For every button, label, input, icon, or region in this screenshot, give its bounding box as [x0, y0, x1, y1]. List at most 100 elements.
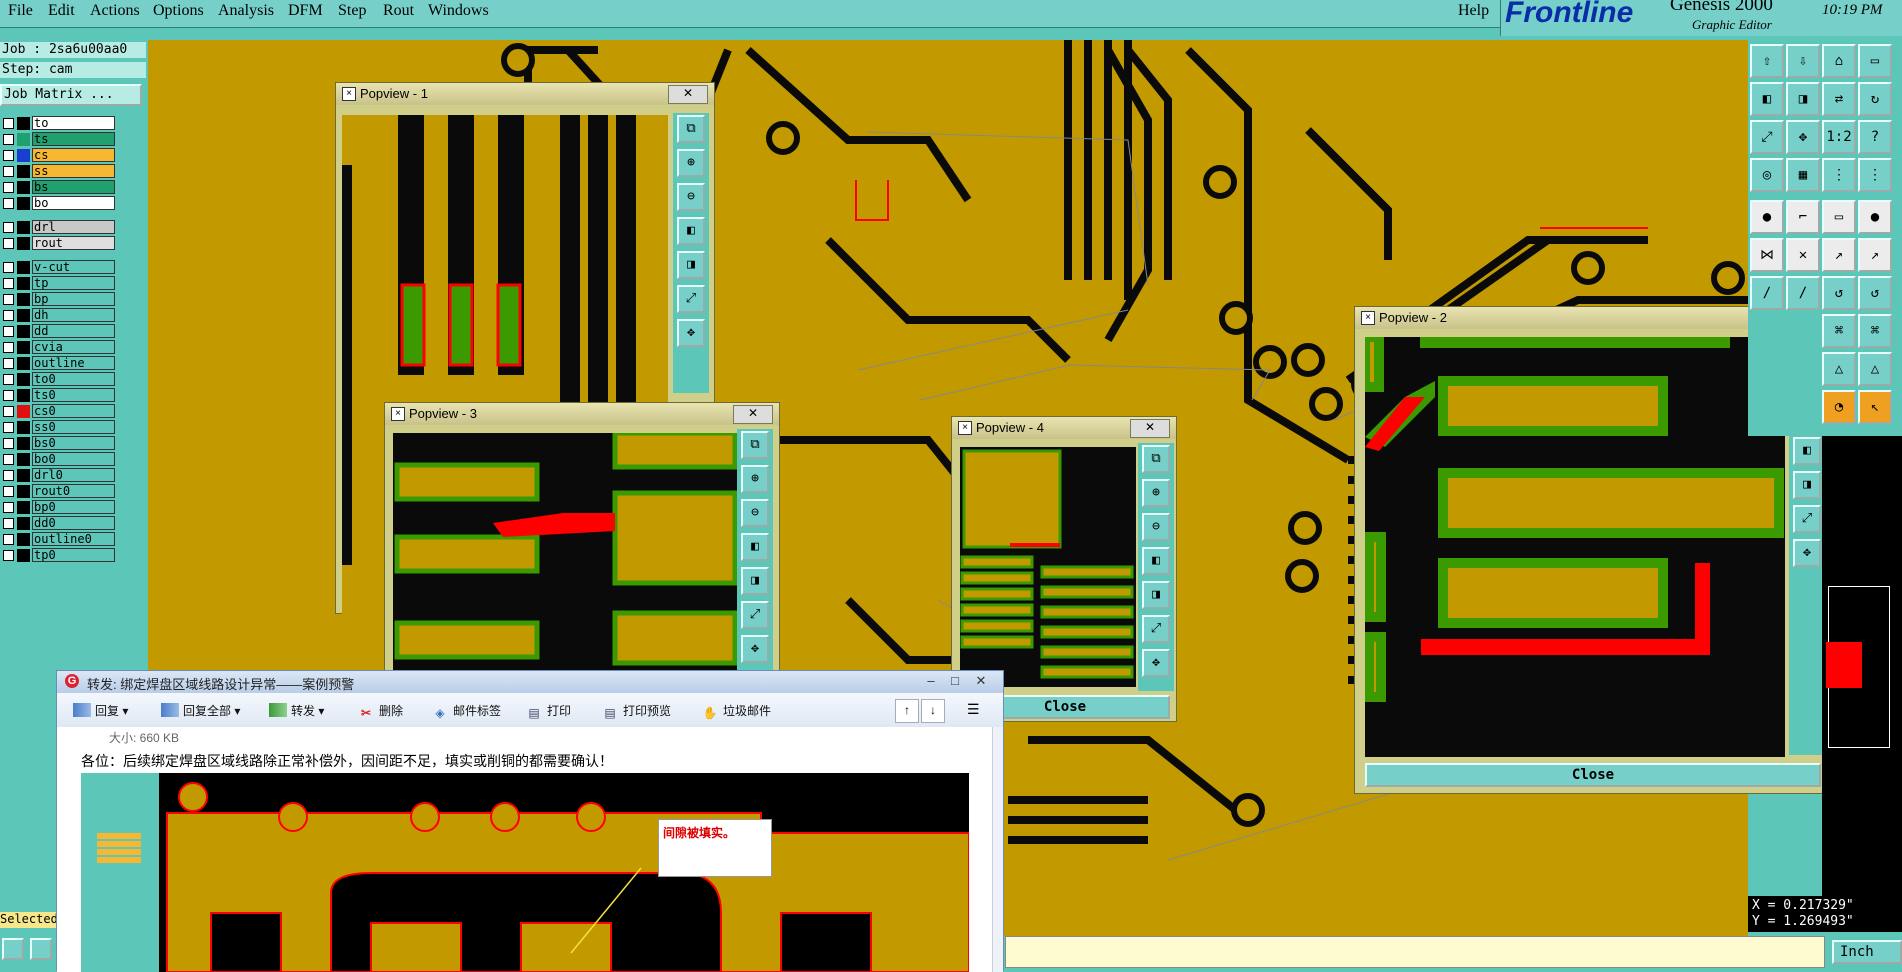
fit-screen-icon[interactable]: ⤢ — [677, 285, 705, 313]
zoom-home-icon[interactable]: ✥ — [1786, 120, 1820, 154]
layer-row-bp0[interactable]: bp0 — [0, 500, 118, 515]
layer-name[interactable]: outline — [32, 356, 115, 370]
layer-color-swatch[interactable] — [17, 117, 30, 130]
grid-icon[interactable]: ▦ — [1786, 158, 1820, 192]
layer-color-swatch[interactable] — [17, 149, 30, 162]
layer-checkbox[interactable] — [3, 278, 14, 289]
layer-checkbox[interactable] — [3, 358, 14, 369]
query-icon[interactable]: ? — [1858, 120, 1892, 154]
layer-name[interactable]: to0 — [32, 372, 115, 386]
layer-checkbox[interactable] — [3, 262, 14, 273]
layer-color-swatch[interactable] — [17, 469, 30, 482]
layer-name[interactable]: drl0 — [32, 468, 115, 482]
pan-right-icon[interactable]: ◨ — [1142, 581, 1170, 609]
job-matrix-button[interactable]: Job Matrix ... — [0, 84, 142, 106]
layer-checkbox[interactable] — [3, 294, 14, 305]
step-left-icon[interactable]: ◧ — [1750, 82, 1784, 116]
select-tool-icon[interactable] — [2, 938, 24, 960]
arc-icon[interactable]: ↺ — [1822, 276, 1856, 310]
center-icon[interactable]: ✥ — [677, 319, 705, 347]
layer-checkbox[interactable] — [3, 502, 14, 513]
scale-icon[interactable]: 1:2 — [1822, 120, 1856, 154]
layer-name[interactable]: ts — [32, 132, 115, 146]
popview-2-close-button[interactable]: Close — [1365, 763, 1821, 787]
layer-color-swatch[interactable] — [17, 373, 30, 386]
layer-color-swatch[interactable] — [17, 533, 30, 546]
layer-color-swatch[interactable] — [17, 357, 30, 370]
layer-color-swatch[interactable] — [17, 517, 30, 530]
layer-checkbox[interactable] — [3, 406, 14, 417]
menu-windows[interactable]: Windows — [428, 2, 489, 20]
ruler-icon[interactable]: ▭ — [1822, 200, 1856, 234]
layer-row-tp[interactable]: tp — [0, 276, 118, 291]
line-draw-alt-icon[interactable]: ↗ — [1858, 238, 1892, 272]
units-selector[interactable]: Inch — [1832, 940, 1902, 964]
menu-step[interactable]: Step — [338, 2, 366, 20]
layer-row-rout[interactable]: rout — [0, 236, 118, 251]
delete-button[interactable]: ✂ 删除 — [357, 702, 403, 720]
layer-name[interactable]: tp0 — [32, 548, 115, 562]
email-screenshot-image[interactable] — [81, 773, 969, 972]
layer-row-dd0[interactable]: dd0 — [0, 516, 118, 531]
measure-tool-icon[interactable] — [30, 938, 52, 960]
cross-icon[interactable]: ✕ — [1786, 238, 1820, 272]
window-icon[interactable]: ▭ — [1858, 44, 1892, 78]
fit-screen-icon[interactable]: ⤢ — [1793, 505, 1821, 533]
layer-checkbox[interactable] — [3, 310, 14, 321]
email-titlebar[interactable]: G 转发: 绑定焊盘区域线路设计异常——案例预警 – □ ✕ — [57, 671, 1003, 693]
pan-left-icon[interactable]: ◧ — [1142, 547, 1170, 575]
reply-all-button[interactable]: 回复全部 ▾ — [161, 702, 240, 720]
minimize-icon[interactable]: – — [921, 673, 941, 689]
layer-checkbox[interactable] — [3, 238, 14, 249]
layer-name[interactable]: to — [32, 116, 115, 130]
layer-color-swatch[interactable] — [17, 485, 30, 498]
layer-color-swatch[interactable] — [17, 197, 30, 210]
layer-name[interactable]: ss0 — [32, 420, 115, 434]
layer-name[interactable]: bo0 — [32, 452, 115, 466]
layer-row-bp[interactable]: bp — [0, 292, 118, 307]
menu-edit[interactable]: Edit — [48, 2, 75, 20]
layer-name[interactable]: outline0 — [32, 532, 115, 546]
slash-alt-icon[interactable]: ∕ — [1786, 276, 1820, 310]
zoom-area-icon[interactable]: ⤢ — [1750, 120, 1784, 154]
layer-name[interactable]: dd — [32, 324, 115, 338]
zoom-in-icon[interactable]: ⊕ — [677, 149, 705, 177]
popview-3-view[interactable] — [393, 433, 739, 673]
layer-color-swatch[interactable] — [17, 261, 30, 274]
layer-color-swatch[interactable] — [17, 293, 30, 306]
fit-screen-icon[interactable]: ⤢ — [741, 601, 769, 629]
zoom-out-icon[interactable]: ⊖ — [1142, 513, 1170, 541]
corner-icon[interactable]: ⌐ — [1786, 200, 1820, 234]
layer-checkbox[interactable] — [3, 550, 14, 561]
layer-row-cs0[interactable]: cs0 — [0, 404, 118, 419]
layer-color-swatch[interactable] — [17, 405, 30, 418]
layer-checkbox[interactable] — [3, 166, 14, 177]
layer-checkbox[interactable] — [3, 470, 14, 481]
zoom-out-icon[interactable]: ⊖ — [677, 183, 705, 211]
swap-icon[interactable]: ⇄ — [1822, 82, 1856, 116]
layer-row-ss0[interactable]: ss0 — [0, 420, 118, 435]
layer-name[interactable]: ss — [32, 164, 115, 178]
layer-row-rout0[interactable]: rout0 — [0, 484, 118, 499]
layer-row-ts[interactable]: ts — [0, 132, 118, 147]
layer-checkbox[interactable] — [3, 454, 14, 465]
layer-row-ts0[interactable]: ts0 — [0, 388, 118, 403]
layer-checkbox[interactable] — [3, 118, 14, 129]
layer-color-swatch[interactable] — [17, 237, 30, 250]
layer-color-swatch[interactable] — [17, 309, 30, 322]
layer-name[interactable]: drl — [32, 220, 115, 234]
menu-actions[interactable]: Actions — [90, 2, 140, 20]
drc-icon[interactable]: ◔ — [1822, 390, 1856, 424]
layer-checkbox[interactable] — [3, 342, 14, 353]
zoom-fit-icon[interactable]: ⧉ — [741, 431, 769, 459]
menu-file[interactable]: File — [8, 2, 33, 20]
layer-row-outline0[interactable]: outline0 — [0, 532, 118, 547]
layer-checkbox[interactable] — [3, 374, 14, 385]
layer-row-dd[interactable]: dd — [0, 324, 118, 339]
layer-row-drl[interactable]: drl — [0, 220, 118, 235]
layer-color-swatch[interactable] — [17, 389, 30, 402]
triangle-icon[interactable]: △ — [1822, 352, 1856, 386]
layer-color-swatch[interactable] — [17, 221, 30, 234]
layer-checkbox[interactable] — [3, 390, 14, 401]
layer-checkbox[interactable] — [3, 534, 14, 545]
